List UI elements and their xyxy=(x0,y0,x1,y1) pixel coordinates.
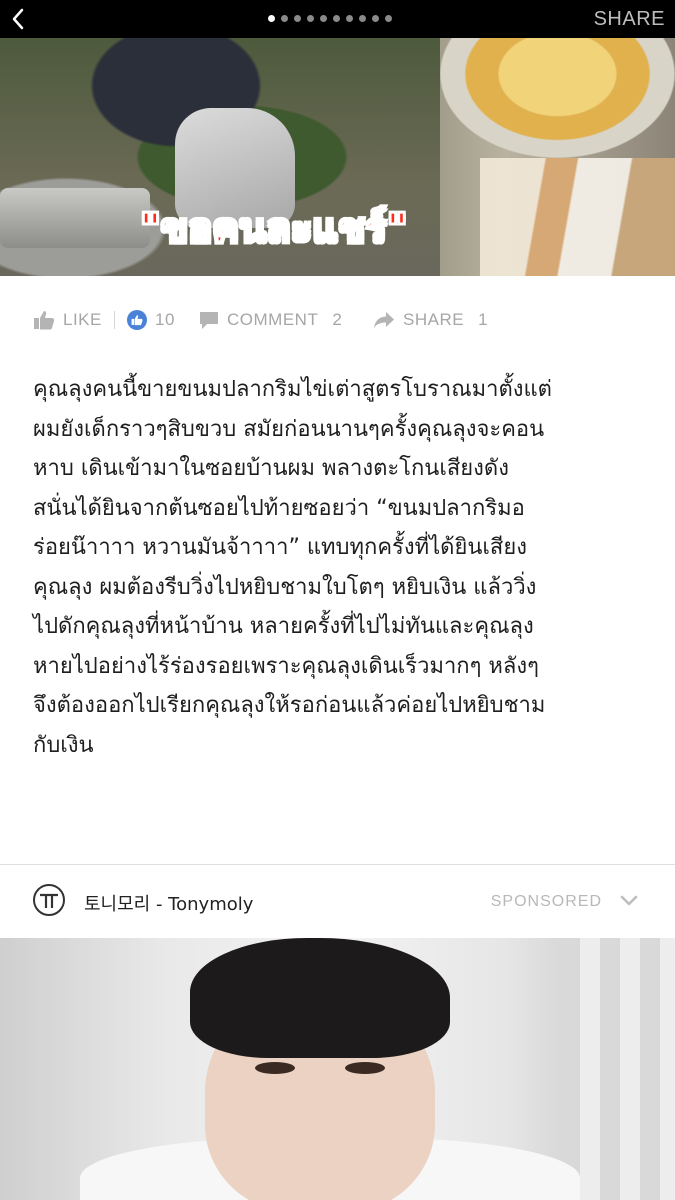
back-button[interactable] xyxy=(6,6,32,32)
comment-count: 2 xyxy=(332,310,343,329)
chevron-left-icon xyxy=(12,8,24,30)
ad-person-eye xyxy=(255,1062,295,1074)
article-line: สนั่นได้ยินจากต้นซอยไปท้ายซอยว่า “ขนมปลา… xyxy=(33,495,525,521)
page-dot-7[interactable] xyxy=(346,15,353,22)
tonymoly-logo-icon[interactable] xyxy=(33,884,65,916)
page-dot-5[interactable] xyxy=(320,15,327,22)
share-label: SHARE xyxy=(403,310,465,329)
page-dot-3[interactable] xyxy=(294,15,301,22)
article-line: กับเงิน xyxy=(33,732,94,758)
article-line: หาบ เดินเข้ามาในซอยบ้านผม พลางตะโกนเสียง… xyxy=(33,456,509,481)
page-dot-6[interactable] xyxy=(333,15,340,22)
article-line: หายไปอย่างไร้ร่องรอยเพราะคุณลุงเดินเร็วม… xyxy=(33,653,539,679)
like-count-value: 10 xyxy=(155,310,175,329)
page-dot-8[interactable] xyxy=(359,15,366,22)
article-line: คุณลุง ผมต้องรีบวิ่งไปหยิบชามใบโตๆ หยิบเ… xyxy=(33,574,537,600)
hero-dessert-bowl xyxy=(440,38,675,158)
like-button[interactable]: LIKE xyxy=(33,310,102,330)
share-count: 1 xyxy=(478,310,489,329)
share-arrow-icon xyxy=(373,311,395,329)
speech-bubble-icon xyxy=(199,311,219,330)
sponsor-menu-button[interactable] xyxy=(619,891,639,911)
hero-image[interactable]: "ขอคนละแชร์" xyxy=(0,38,675,276)
article-line: ไปดักคุณลุงที่หน้าบ้าน หลายครั้งที่ไปไม่… xyxy=(33,614,534,639)
top-navigation-bar: SHARE xyxy=(0,0,675,38)
page-dot-9[interactable] xyxy=(372,15,379,22)
like-label: LIKE xyxy=(63,310,102,329)
page-dot-1[interactable] xyxy=(268,15,275,22)
comment-label: COMMENT xyxy=(227,310,319,329)
hero-pot xyxy=(0,188,150,248)
hero-caption: "ขอคนละแชร์" xyxy=(139,205,409,253)
article-line: จึงต้องออกไปเรียกคุณลุงให้รอก่อนแล้วค่อย… xyxy=(33,693,546,718)
page-indicator xyxy=(268,15,392,23)
like-count: 10 xyxy=(110,310,175,330)
page-dot-2[interactable] xyxy=(281,15,288,22)
top-share-button[interactable]: SHARE xyxy=(594,8,665,31)
like-count-bubble-icon xyxy=(127,310,147,330)
share-button[interactable]: SHARE 1 xyxy=(373,310,488,330)
article-line: คุณลุงคนนี้ขายขนมปลากริมไข่เต่าสูตรโบราณ… xyxy=(33,377,552,402)
article-line: ผมยังเด็กราวๆสิบขวบ สมัยก่อนนานๆครั้งคุณ… xyxy=(33,416,545,442)
page-dot-10[interactable] xyxy=(385,15,392,22)
page-dot-4[interactable] xyxy=(307,15,314,22)
ad-person-hair xyxy=(190,938,450,1058)
article-body: คุณลุงคนนี้ขายขนมปลากริมไข่เต่าสูตรโบราณ… xyxy=(33,370,648,765)
like-divider xyxy=(114,311,115,329)
ad-person-eye xyxy=(345,1062,385,1074)
sponsored-ad-image[interactable] xyxy=(0,938,675,1200)
ad-background-window xyxy=(560,938,675,1200)
sponsor-brand-name[interactable]: 토니모리 - Tonymoly xyxy=(84,890,253,916)
article-line: ร่อยน๊าาาา หวานมันจ้าาาา” แทบทุกครั้งที่… xyxy=(33,535,527,560)
sponsored-header: 토니모리 - Tonymoly SPONSORED xyxy=(0,865,675,938)
comment-button[interactable]: COMMENT 2 xyxy=(199,310,342,330)
hero-dessert-bags xyxy=(480,158,675,276)
chevron-down-icon xyxy=(620,895,638,906)
social-actions-bar: LIKE 10 COMMENT 2 SHARE 1 xyxy=(0,296,675,344)
thumbs-up-icon xyxy=(33,310,55,330)
sponsored-label: SPONSORED xyxy=(490,893,602,910)
